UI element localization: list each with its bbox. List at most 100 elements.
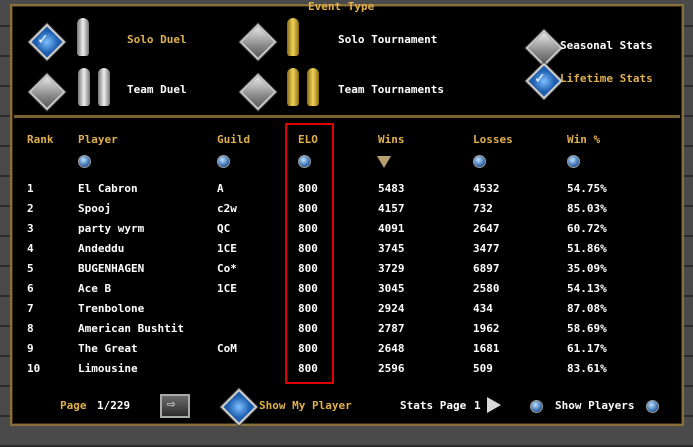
losses-cell: 509 [473,362,493,375]
sort-win-pct-button[interactable] [567,155,580,168]
table-row[interactable]: 6 Ace B 1CE 800 3045 2580 54.13% [0,282,693,302]
wins-cell: 4157 [378,202,405,215]
table-row[interactable]: 4 Andeddu 1CE 800 3745 3477 51.86% [0,242,693,262]
player-cell: Spooj [78,202,112,215]
rank-cell: 9 [27,342,34,355]
table-row[interactable]: 3 party wyrm QC 800 4091 2647 60.72% [0,222,693,242]
show-players-left-button[interactable] [530,400,543,413]
team-duel-label[interactable]: Team Duel [127,83,187,96]
losses-cell: 3477 [473,242,500,255]
silver-knight-icon [77,18,89,56]
table-row[interactable]: 2 Spooj c2w 800 4157 732 85.03% [0,202,693,222]
player-cell: Andeddu [78,242,125,255]
win-pct-cell: 83.61% [567,362,607,375]
gold-knight-icon [287,18,299,56]
win-pct-cell: 35.09% [567,262,607,275]
win-pct-cell: 61.17% [567,342,607,355]
solo-tournament-label[interactable]: Solo Tournament [338,33,437,46]
show-my-player-label[interactable]: Show My Player [259,399,352,412]
show-players-label[interactable]: Show Players [555,399,634,412]
seasonal-stats-label[interactable]: Seasonal Stats [560,39,653,52]
win-pct-cell: 51.86% [567,242,607,255]
win-pct-cell: 54.13% [567,282,607,295]
table-row[interactable]: 7 Trenbolone 800 2924 434 87.08% [0,302,693,322]
stats-page-value: 1 [474,399,481,412]
silver-knight-icon [78,68,90,106]
guild-cell: CoM [217,342,237,355]
player-cell: party wyrm [78,222,145,235]
header-guild: Guild [217,133,251,146]
win-pct-cell: 54.75% [567,182,607,195]
table-row[interactable]: 8 American Bushtit 800 2787 1962 58.69% [0,322,693,342]
silver-knight-icon [98,68,110,106]
elo-highlight-box [285,123,334,384]
section-divider [14,115,680,118]
rank-cell: 4 [27,242,34,255]
wins-cell: 3729 [378,262,405,275]
guild-cell: c2w [217,202,237,215]
stats-page-label: Stats Page [400,399,467,412]
table-row[interactable]: 9 The Great CoM 800 2648 1681 61.17% [0,342,693,362]
page-value: 1/229 [97,399,131,412]
table-row[interactable]: 10 Limousine 800 2596 509 83.61% [0,362,693,382]
wins-cell: 3745 [378,242,405,255]
checkmark-icon: ✓ [38,29,48,48]
rank-cell: 6 [27,282,34,295]
stats-page-next-button[interactable] [487,397,501,413]
show-players-right-button[interactable] [646,400,659,413]
player-cell: Limousine [78,362,138,375]
table-row[interactable]: 5 BUGENHAGEN Co* 800 3729 6897 35.09% [0,262,693,282]
sort-descending-icon[interactable] [377,156,391,168]
arrow-right-icon: ⇨ [167,396,176,412]
rank-cell: 1 [27,182,34,195]
guild-cell: QC [217,222,231,235]
sort-guild-button[interactable] [217,155,230,168]
header-player: Player [78,133,118,146]
checkmark-icon: ✓ [535,68,545,87]
losses-cell: 1962 [473,322,500,335]
player-cell: American Bushtit [78,322,184,335]
wins-cell: 5483 [378,182,405,195]
player-cell: Ace B [78,282,112,295]
sort-player-button[interactable] [78,155,91,168]
header-rank: Rank [27,133,54,146]
event-type-title: Event Type [308,0,375,13]
win-pct-cell: 58.69% [567,322,607,335]
rank-cell: 5 [27,262,34,275]
header-losses: Losses [473,133,513,146]
solo-duel-label[interactable]: Solo Duel [127,33,187,46]
rank-cell: 10 [27,362,41,375]
guild-cell: 1CE [217,242,237,255]
rank-cell: 3 [27,222,34,235]
gold-knight-icon [287,68,299,106]
losses-cell: 6897 [473,262,500,275]
rank-cell: 7 [27,302,34,315]
wins-cell: 2787 [378,322,405,335]
next-page-button[interactable]: ⇨ [160,394,190,418]
rank-cell: 8 [27,322,34,335]
losses-cell: 4532 [473,182,500,195]
win-pct-cell: 87.08% [567,302,607,315]
losses-cell: 1681 [473,342,500,355]
table-row[interactable]: 1 El Cabron A 800 5483 4532 54.75% [0,182,693,202]
sort-losses-button[interactable] [473,155,486,168]
rank-cell: 2 [27,202,34,215]
wins-cell: 2924 [378,302,405,315]
player-cell: Trenbolone [78,302,145,315]
gold-knight-icon [307,68,319,106]
player-cell: BUGENHAGEN [78,262,145,275]
player-cell: El Cabron [78,182,138,195]
wins-cell: 2596 [378,362,405,375]
guild-cell: A [217,182,224,195]
header-wins: Wins [378,133,405,146]
win-pct-cell: 85.03% [567,202,607,215]
team-tournaments-label[interactable]: Team Tournaments [338,83,444,96]
losses-cell: 732 [473,202,493,215]
player-cell: The Great [78,342,138,355]
lifetime-stats-label[interactable]: Lifetime Stats [560,72,653,85]
losses-cell: 2647 [473,222,500,235]
guild-cell: 1CE [217,282,237,295]
wins-cell: 3045 [378,282,405,295]
header-win-pct: Win % [567,133,601,146]
wins-cell: 4091 [378,222,405,235]
